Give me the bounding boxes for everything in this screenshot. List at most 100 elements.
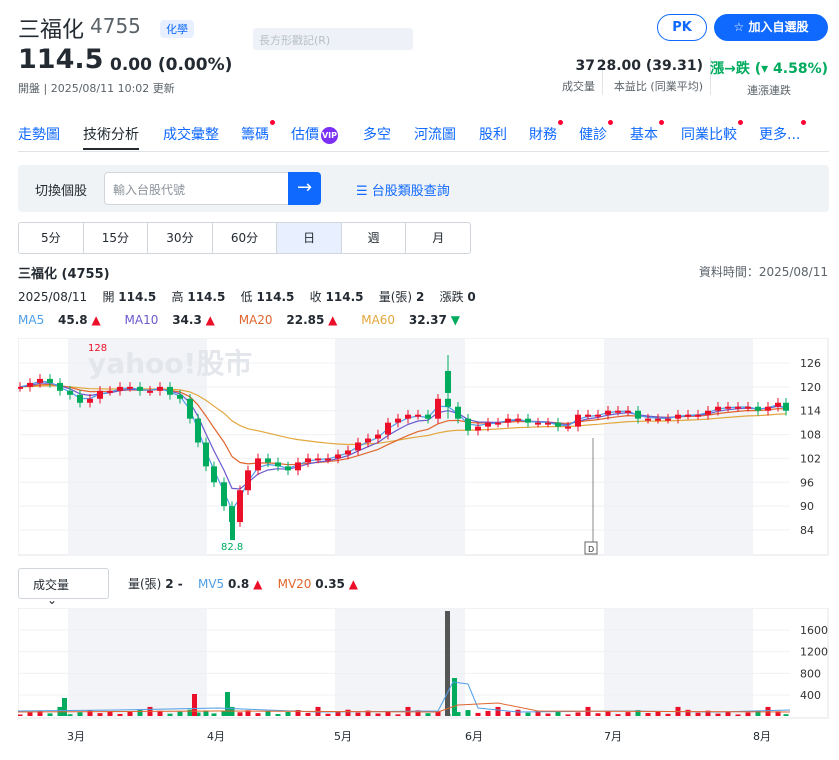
candle-body [515,418,521,421]
low-label: 82.8 [221,542,243,553]
candle-body [505,418,511,423]
candle-body [237,490,243,523]
candle-body [645,418,651,421]
volume-bar [735,714,741,716]
volume-bar [305,712,311,716]
vip-badge: VIP [321,127,338,144]
period-day[interactable]: 日 [277,223,342,253]
period-30min[interactable]: 30分 [148,223,213,253]
volume-bar [452,678,457,716]
candle-body [735,406,741,409]
candle-body [665,418,671,421]
volume-bar [395,714,401,716]
period-5min[interactable]: 5分 [19,223,84,253]
arrow-right-icon: → [296,177,313,198]
month-axis: 3月 4月 5月 6月 7月 8月 [0,728,839,748]
month-label: 8月 [753,730,771,743]
watermark: yahoo!股市 [88,347,252,380]
tab-dividend[interactable]: 股利 [479,124,507,144]
candle-body [565,426,571,429]
candle-body [221,482,227,507]
volume-tick-label: 400 [800,689,821,702]
volume-bar [225,692,230,716]
notification-dot [270,120,275,125]
volume-bar [475,712,481,716]
category-query-link[interactable]: ☰ 台股類股查詢 [356,180,450,199]
tab-trend[interactable]: 走勢圖 [18,124,60,144]
price-tick-label: 126 [800,357,821,370]
pk-button[interactable]: PK [657,14,707,41]
stock-name: 三福化 [18,18,85,43]
month-label: 4月 [207,730,225,743]
search-submit-button[interactable]: → [288,172,321,205]
stat-streak: 漲→跌 (▾ 4.58%) 連漲連跌 [710,61,828,97]
period-week[interactable]: 週 [342,223,407,253]
candle-body [485,422,491,427]
volume-bar [695,712,701,716]
volume-bar [515,709,521,716]
volume-bar [745,712,751,716]
period-15min[interactable]: 15分 [84,223,149,253]
chart-title: 三福化 (4755) [18,267,110,282]
tab-chips[interactable]: 籌碼 [241,120,275,144]
candle-body [345,450,351,455]
industry-tag[interactable]: 化學 [160,20,194,38]
volume-bar [77,712,83,716]
month-band [604,339,753,555]
nav-tabs: 走勢圖 技術分析 成交彙整 籌碼 估價 VIP 多空 河流圖 股利 財務 健診 基… [18,120,829,152]
volume-bar [275,714,281,716]
volume-bar [575,712,581,716]
add-watchlist-button[interactable]: ☆ 加入自選股 [714,14,828,41]
volume-bar [285,712,291,716]
tab-basic[interactable]: 基本 [630,120,664,144]
volume-bar [325,713,331,716]
candle-body [127,386,133,389]
volume-tick-label: 1600 [800,624,828,637]
volume-bar [87,710,93,716]
candle-body [157,386,163,391]
switch-label: 切換個股 [35,184,88,199]
candle-body [625,410,631,413]
tab-health[interactable]: 健診 [579,120,613,144]
candle-body [147,390,153,393]
tab-technical[interactable]: 技術分析 [83,124,139,150]
tab-finance[interactable]: 財務 [529,120,563,144]
candle-body [595,414,601,417]
tab-longshort[interactable]: 多空 [363,124,391,144]
candle-body [167,386,173,395]
candle-body [555,422,561,427]
stock-search-input[interactable]: 輸入台股代號 [104,172,289,205]
volume-chart[interactable]: 1600 1200 800 400 [18,608,829,720]
candle-body [285,466,291,471]
candle-body [495,422,501,425]
candle-body [535,422,541,425]
volume-bar [425,713,431,716]
candle-body [525,418,531,423]
volume-bar [137,709,143,716]
indicator-select[interactable]: 成交量 ⌄ [18,568,109,607]
price-chart[interactable]: yahoo!股市 128 82.8 D 126 120 114 108 102 96 90 8… [18,338,829,556]
tab-valuation[interactable]: 估價 VIP [291,124,338,144]
volume-bar [715,713,721,716]
period-month[interactable]: 月 [406,223,470,253]
volume-bar [615,714,621,716]
candle-body [435,398,441,419]
candle-body [695,414,701,417]
volume-bar [187,709,193,716]
candle-body [211,466,217,483]
tab-trades[interactable]: 成交彙整 [163,124,219,144]
notification-dot [558,120,563,125]
price-change: 0.00 (0.00%) [110,55,233,75]
tab-river[interactable]: 河流圖 [414,124,456,144]
candle-body [685,414,691,417]
period-60min[interactable]: 60分 [213,223,278,253]
volume-bar [605,711,611,716]
candle-body [107,390,113,393]
data-time: 資料時間：2025/08/11 [698,265,828,279]
tab-peers[interactable]: 同業比較 [681,120,743,144]
candle-body [775,402,781,407]
candle-body [425,414,431,419]
month-band [604,609,753,718]
tab-more[interactable]: 更多... [759,120,807,144]
candle-body [715,406,721,411]
